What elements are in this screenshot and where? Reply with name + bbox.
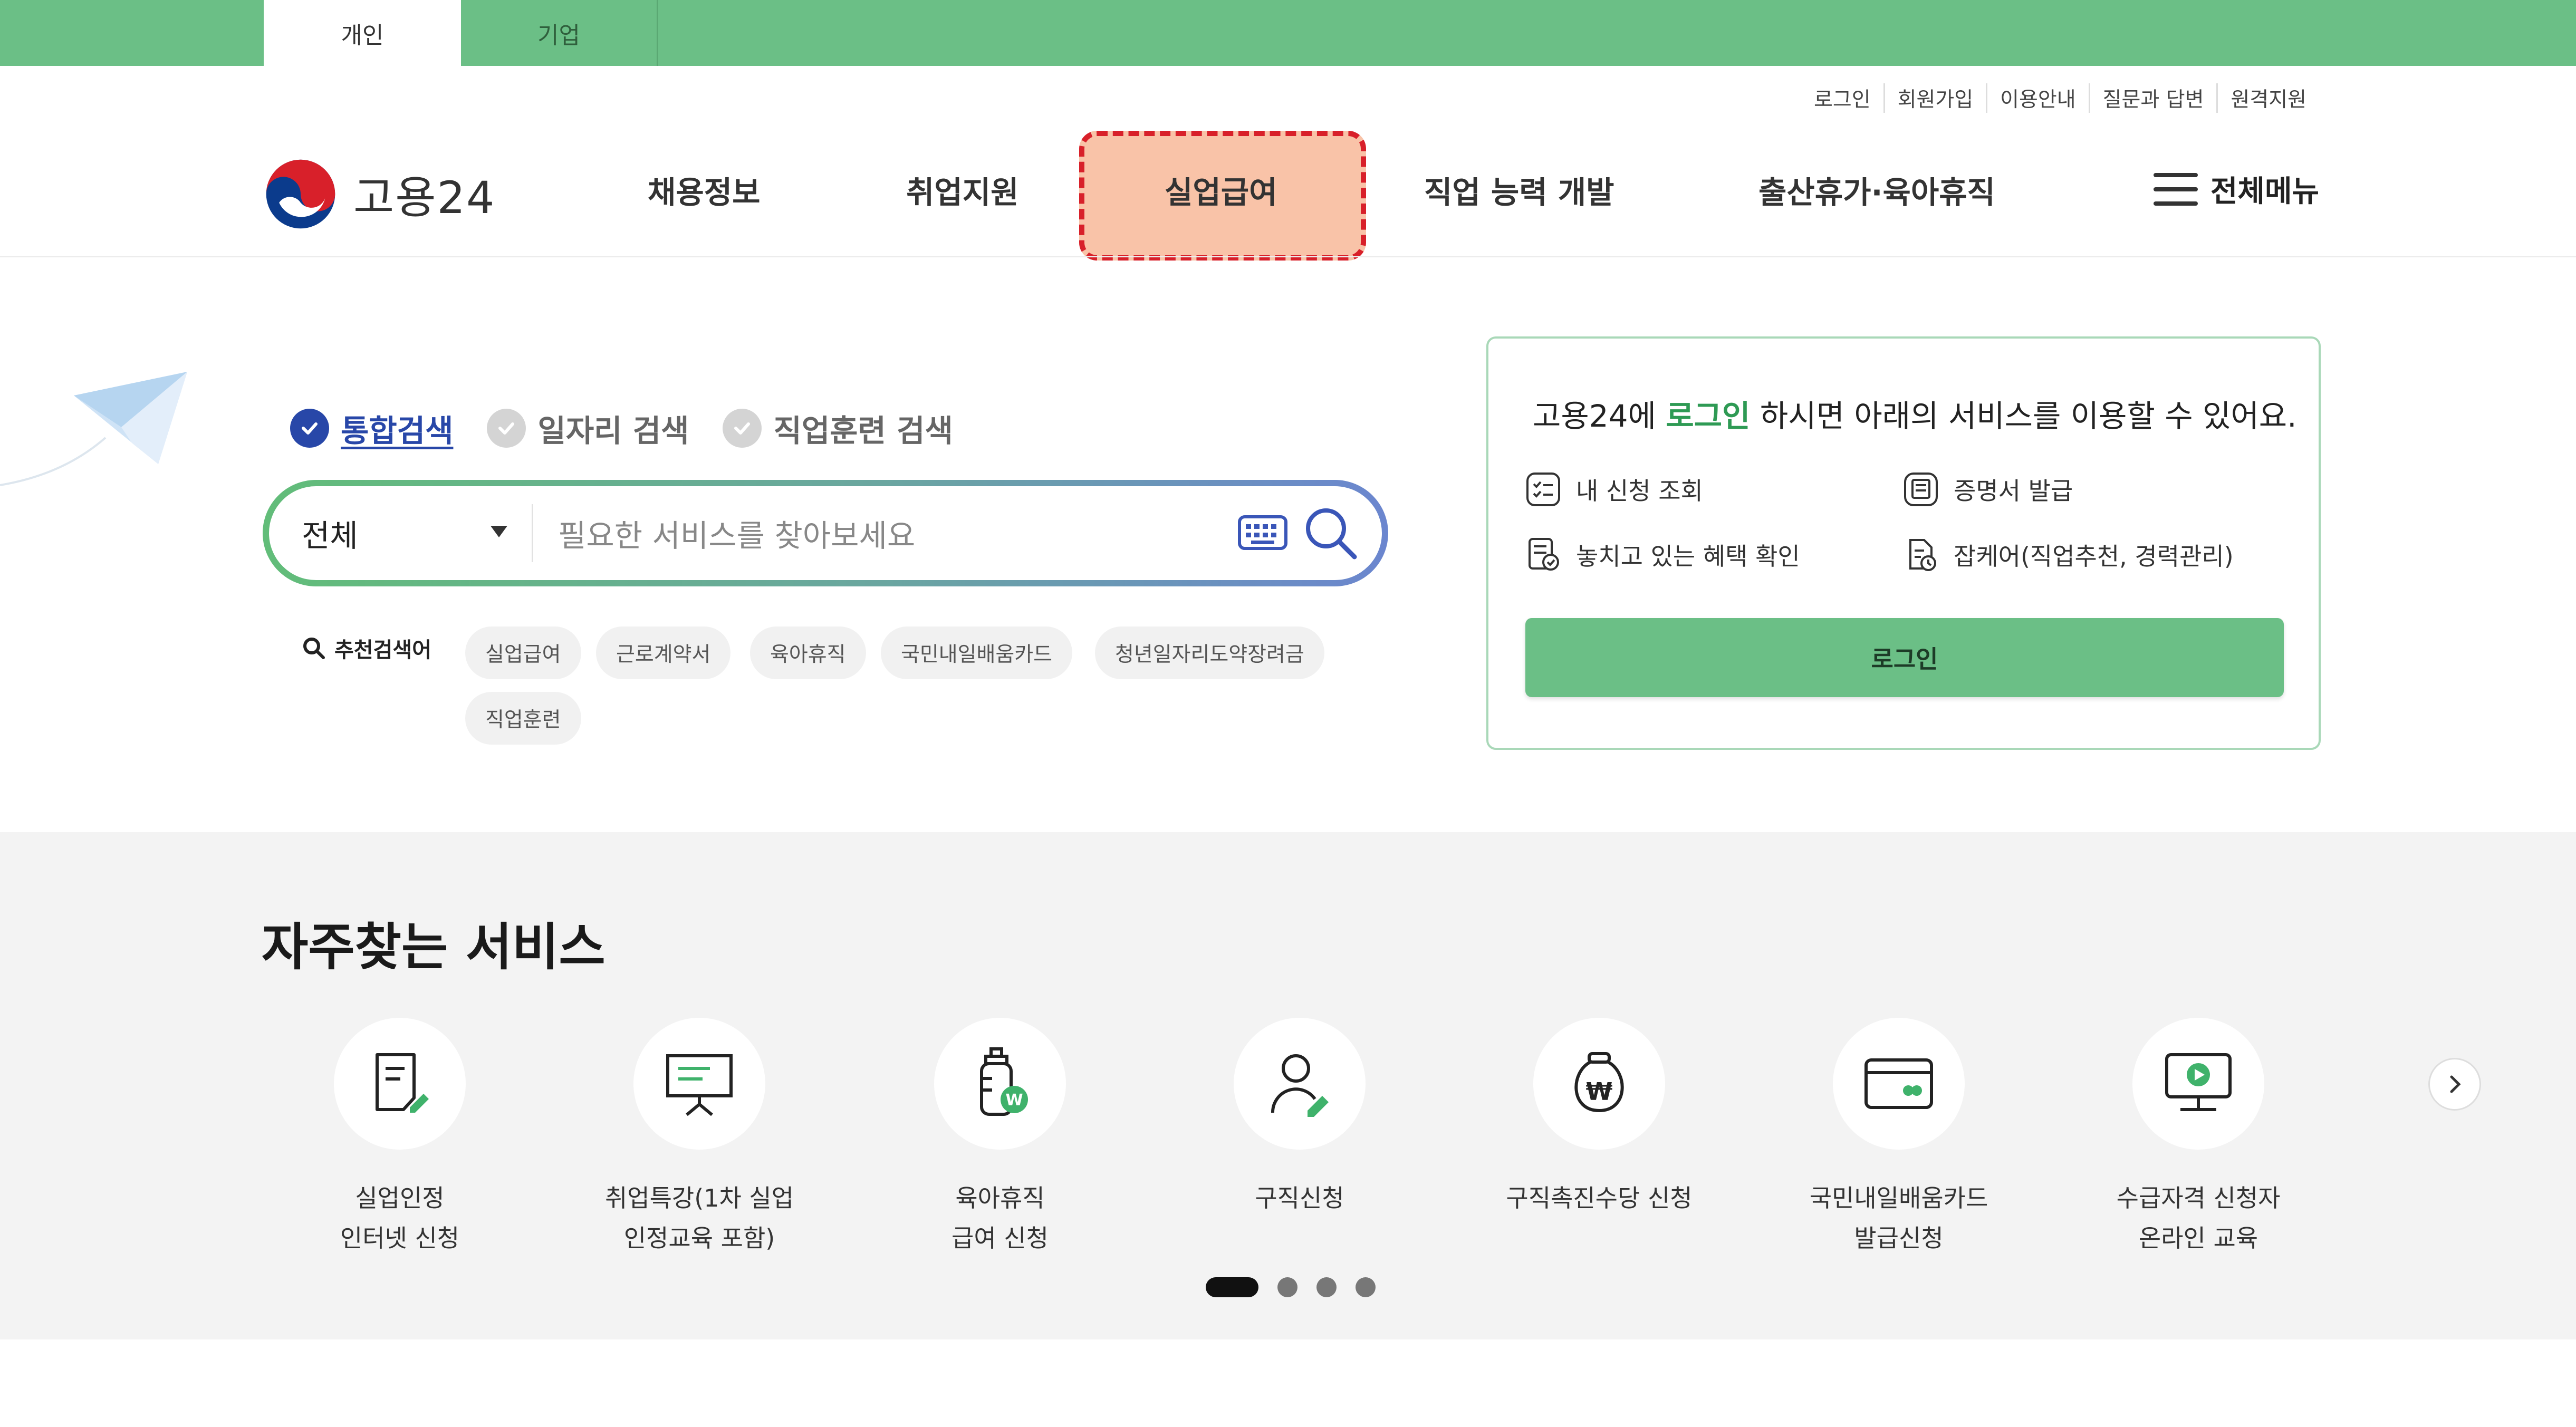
paper-plane-icon	[0, 372, 187, 486]
site-logo[interactable]: 고용24	[265, 158, 495, 230]
card-icon	[1864, 1058, 1933, 1109]
top-bar: 개인 기업	[0, 0, 2576, 66]
hamburger-icon	[2153, 172, 2198, 206]
tab-label: 일자리 검색	[537, 413, 689, 449]
document-check-icon	[1529, 538, 1559, 571]
service-learning-card[interactable]: 국민내일배움카드 발급신청	[1767, 1018, 2031, 1258]
login-box: 고용24에 로그인 하시면 아래의 서비스를 이용할 수 있어요. 내 신청 조…	[1486, 336, 2321, 750]
keyword-chip[interactable]: 직업훈련	[465, 692, 581, 745]
search-small-icon	[303, 638, 325, 659]
person-pen-icon	[1271, 1054, 1329, 1117]
search-input[interactable]: 필요한 서비스를 찾아보세요	[558, 511, 915, 555]
recommend-label: 추천검색어	[302, 633, 431, 663]
tab-job-search[interactable]: 일자리 검색	[487, 406, 689, 450]
guide-link[interactable]: 이용안내	[1986, 83, 2089, 113]
service-label: 구직신청	[1255, 1184, 1344, 1212]
checklist-icon	[1526, 473, 1560, 506]
search-icon[interactable]	[1303, 505, 1359, 561]
tab-label: 직업훈련 검색	[773, 413, 953, 449]
tab-label: 통합검색	[341, 413, 454, 449]
pagination-dot[interactable]	[1206, 1277, 1258, 1297]
keyword-chip[interactable]: 청년일자리도약장려금	[1095, 626, 1324, 679]
baby-bottle-won-icon: W	[980, 1047, 1028, 1116]
login-link[interactable]: 로그인	[1801, 83, 1883, 113]
tab-personal[interactable]: 개인	[264, 0, 461, 66]
nav-maternity-parental-leave[interactable]: 출산휴가·육아휴직	[1758, 168, 1995, 212]
service-job-application[interactable]: 구직신청	[1168, 1018, 1431, 1218]
keyword-chip[interactable]: 실업급여	[465, 626, 581, 679]
nav-recruit-info[interactable]: 채용정보	[648, 168, 760, 212]
search-type-tabs: 통합검색 일자리 검색 직업훈련 검색	[290, 406, 987, 450]
pagination-dot[interactable]	[1277, 1277, 1297, 1297]
pagination-dot[interactable]	[1356, 1277, 1376, 1297]
service-label: 실업인정 인터넷 신청	[340, 1184, 460, 1252]
jobcare-item[interactable]: 잡케어(직업추천, 경력관리)	[1903, 537, 2234, 573]
service-unemployment-recognition[interactable]: 실업인정 인터넷 신청	[268, 1018, 532, 1258]
nav-unemployment-benefit[interactable]: 실업급여	[1165, 168, 1277, 212]
header-divider	[0, 256, 2576, 257]
svg-text:W: W	[1005, 1091, 1023, 1110]
frequent-services-section: 자주찾는 서비스 실업인정 인터넷 신청 취업특강(1차 실업 인정교육 포함)	[0, 832, 2576, 1339]
document-pen-icon	[376, 1053, 429, 1113]
check-icon	[487, 409, 526, 448]
service-online-education[interactable]: 수급자격 신청자 온라인 교육	[2066, 1018, 2330, 1258]
keyword-chip[interactable]: 근로계약서	[596, 626, 731, 679]
tab-business[interactable]: 기업	[461, 0, 658, 66]
tab-training-search[interactable]: 직업훈련 검색	[723, 406, 953, 450]
service-job-promotion-allowance[interactable]: ₩ 구직촉진수당 신청	[1467, 1018, 1731, 1218]
presentation-board-icon	[666, 1054, 733, 1116]
section-title: 자주찾는 서비스	[262, 918, 605, 977]
service-parental-leave-benefit[interactable]: W 육아휴직 급여 신청	[868, 1018, 1132, 1258]
login-button[interactable]: 로그인	[1525, 618, 2284, 697]
certificate-item[interactable]: 증명서 발급	[1903, 471, 2073, 507]
pagination-dot[interactable]	[1316, 1277, 1337, 1297]
missed-benefits-item[interactable]: 놓치고 있는 혜택 확인	[1525, 537, 1800, 573]
login-box-title: 고용24에 로그인 하시면 아래의 서비스를 이용할 수 있어요.	[1533, 398, 2297, 434]
career-document-icon	[1909, 539, 1936, 571]
keyword-chip[interactable]: 국민내일배움카드	[881, 626, 1073, 679]
dropdown-arrow-icon[interactable]	[491, 526, 507, 537]
keyboard-icon[interactable]	[1237, 514, 1288, 552]
signup-link[interactable]: 회원가입	[1883, 83, 1986, 113]
check-icon	[290, 409, 329, 448]
service-label: 육아휴직 급여 신청	[951, 1184, 1049, 1252]
carousel-pagination	[1206, 1277, 1395, 1297]
service-label: 수급자격 신청자 온라인 교육	[2116, 1184, 2281, 1252]
search-box: 전체 필요한 서비스를 찾아보세요	[263, 480, 1388, 586]
all-menu-label: 전체메뉴	[2210, 175, 2319, 209]
carousel-next-button[interactable]	[2428, 1058, 2481, 1111]
monitor-play-icon	[2165, 1053, 2232, 1111]
service-label: 국민내일배움카드 발급신청	[1809, 1184, 1988, 1252]
money-bag-won-icon: ₩	[1574, 1052, 1624, 1113]
service-label: 취업특강(1차 실업 인정교육 포함)	[604, 1184, 794, 1252]
nav-vocational-training[interactable]: 직업 능력 개발	[1424, 168, 1614, 212]
chevron-right-icon	[2450, 1075, 2461, 1093]
my-application-item[interactable]: 내 신청 조회	[1525, 471, 1703, 507]
search-category-select[interactable]: 전체	[302, 511, 358, 555]
utility-links: 로그인 회원가입 이용안내 질문과 답변 원격지원	[1801, 83, 2319, 113]
tab-integrated-search[interactable]: 통합검색	[290, 406, 453, 450]
remote-support-link[interactable]: 원격지원	[2216, 83, 2319, 113]
certificate-icon	[1904, 473, 1938, 506]
check-icon	[723, 409, 762, 448]
logo-text: 고용24	[353, 171, 496, 224]
keyword-chip[interactable]: 육아휴직	[750, 626, 866, 679]
nav-employment-support[interactable]: 취업지원	[906, 168, 1018, 212]
select-divider	[532, 504, 533, 562]
svg-text:₩: ₩	[1586, 1077, 1613, 1106]
taegeuk-logo-icon	[266, 159, 335, 229]
service-job-lecture[interactable]: 취업특강(1차 실업 인정교육 포함)	[568, 1018, 831, 1258]
qna-link[interactable]: 질문과 답변	[2088, 83, 2217, 113]
service-label: 구직촉진수당 신청	[1506, 1184, 1693, 1212]
all-menu-button[interactable]: 전체메뉴	[2153, 168, 2319, 210]
